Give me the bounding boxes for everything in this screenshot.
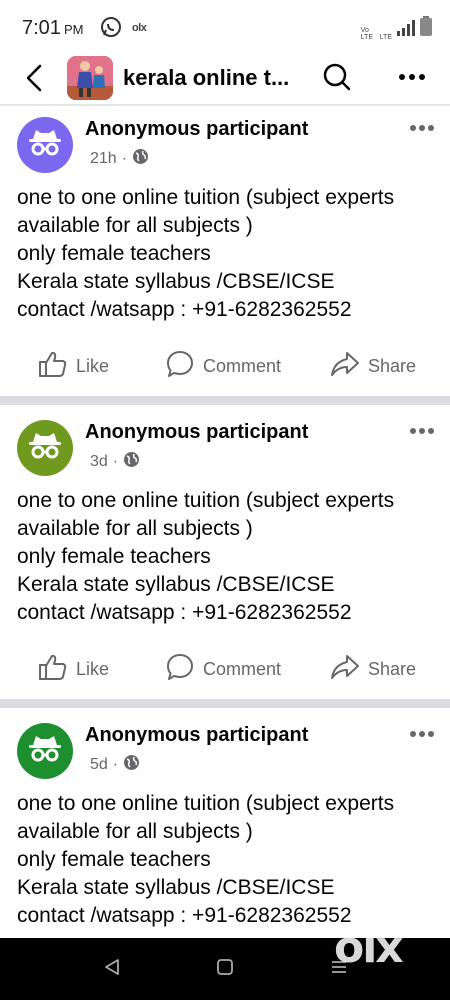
incognito-icon [27, 431, 63, 466]
post-author[interactable]: Anonymous participant [85, 421, 308, 444]
group-header: kerala online t... [0, 56, 450, 106]
search-button[interactable] [320, 60, 354, 94]
post-line: one to one online tuition (subject exper… [17, 186, 395, 209]
status-time: 7:01 PM [22, 17, 83, 40]
post-line: contact /watsapp : +91-6282362552 [17, 298, 352, 321]
nav-home-button[interactable] [212, 956, 238, 982]
post-more-button[interactable] [405, 419, 439, 443]
anonymous-avatar[interactable] [17, 723, 73, 779]
like-label: Like [76, 355, 110, 376]
post-more-button[interactable] [405, 722, 439, 746]
post-line: only female teachers [17, 545, 211, 568]
meta-dot: · [112, 756, 119, 773]
post-line: available for all subjects ) [17, 517, 253, 540]
like-button[interactable]: Like [38, 346, 109, 386]
post-divider [0, 396, 450, 405]
post-line: contact /watsapp : +91-6282362552 [17, 601, 352, 624]
post-line: Kerala state syllabus /CBSE/ICSE [17, 573, 335, 596]
post-actions: Like Comment Share [0, 649, 450, 689]
share-button[interactable]: Share [330, 346, 416, 386]
group-title[interactable]: kerala online t... [123, 65, 289, 91]
post-text: one to one online tuition (subject exper… [17, 184, 442, 324]
signal-icon [397, 20, 415, 41]
volte-label: Vo LTE [360, 27, 373, 41]
olx-watermark: olx [334, 922, 404, 973]
triangle-back-icon [102, 957, 122, 982]
post-time[interactable]: 3d [90, 453, 108, 471]
share-icon [330, 350, 360, 383]
post-line: Kerala state syllabus /CBSE/ICSE [17, 876, 335, 899]
globe-icon [123, 451, 140, 473]
header-more-button[interactable] [395, 60, 429, 94]
back-button[interactable] [18, 62, 50, 98]
anonymous-avatar[interactable] [17, 420, 73, 476]
status-time-value: 7:01 [22, 17, 61, 39]
whatsapp-icon [100, 16, 122, 43]
more-dots-icon [398, 68, 426, 86]
more-dots-icon [409, 725, 435, 743]
comment-label: Comment [203, 355, 282, 376]
like-label: Like [76, 658, 110, 679]
back-arrow-icon [24, 64, 44, 97]
globe-icon [132, 148, 149, 170]
thumbs-up-icon [38, 350, 68, 383]
post-line: Kerala state syllabus /CBSE/ICSE [17, 270, 335, 293]
post-line: available for all subjects ) [17, 214, 253, 237]
post-card: Anonymous participant 21h · one to one o… [0, 108, 450, 396]
battery-icon [420, 16, 432, 41]
post-actions: Like Comment Share [0, 346, 450, 386]
meta-dot: · [121, 150, 128, 167]
lte-label: LTE [379, 34, 392, 41]
post-time[interactable]: 5d [90, 756, 108, 774]
olx-notification-icon: olx [132, 22, 147, 34]
post-card: Anonymous participant 5d · one to one on… [0, 708, 450, 938]
post-meta: 5d · [90, 754, 140, 776]
post-text: one to one online tuition (subject exper… [17, 790, 442, 930]
comment-button[interactable]: Comment [165, 649, 281, 689]
comment-label: Comment [203, 658, 282, 679]
post-line: one to one online tuition (subject exper… [17, 489, 395, 512]
thumbs-up-icon [38, 653, 68, 686]
anonymous-avatar[interactable] [17, 117, 73, 173]
square-home-icon [215, 957, 235, 982]
nav-back-button[interactable] [99, 956, 125, 982]
post-line: only female teachers [17, 242, 211, 265]
post-line: only female teachers [17, 848, 211, 871]
comment-button[interactable]: Comment [165, 346, 281, 386]
search-icon [320, 63, 354, 98]
post-author[interactable]: Anonymous participant [85, 724, 308, 747]
more-dots-icon [409, 119, 435, 137]
share-button[interactable]: Share [330, 649, 416, 689]
post-time[interactable]: 21h [90, 150, 117, 168]
comment-icon [165, 652, 195, 687]
post-more-button[interactable] [405, 116, 439, 140]
post-author[interactable]: Anonymous participant [85, 118, 308, 141]
incognito-icon [27, 128, 63, 163]
post-meta: 21h · [90, 148, 149, 170]
meta-dot: · [112, 453, 119, 470]
incognito-icon [27, 734, 63, 769]
share-icon [330, 653, 360, 686]
post-meta: 3d · [90, 451, 140, 473]
post-text: one to one online tuition (subject exper… [17, 487, 442, 627]
comment-icon [165, 349, 195, 384]
post-line: available for all subjects ) [17, 820, 253, 843]
globe-icon [123, 754, 140, 776]
status-bar: 7:01 PM olx Vo LTE LTE [0, 0, 450, 56]
like-button[interactable]: Like [38, 649, 109, 689]
status-ampm: PM [63, 22, 84, 37]
more-dots-icon [409, 422, 435, 440]
share-label: Share [368, 658, 417, 679]
post-line: one to one online tuition (subject exper… [17, 792, 395, 815]
share-label: Share [368, 355, 417, 376]
status-indicators: Vo LTE LTE [361, 16, 432, 41]
group-cover-thumbnail[interactable] [67, 56, 113, 100]
post-card: Anonymous participant 3d · one to one on… [0, 405, 450, 698]
post-divider [0, 699, 450, 708]
